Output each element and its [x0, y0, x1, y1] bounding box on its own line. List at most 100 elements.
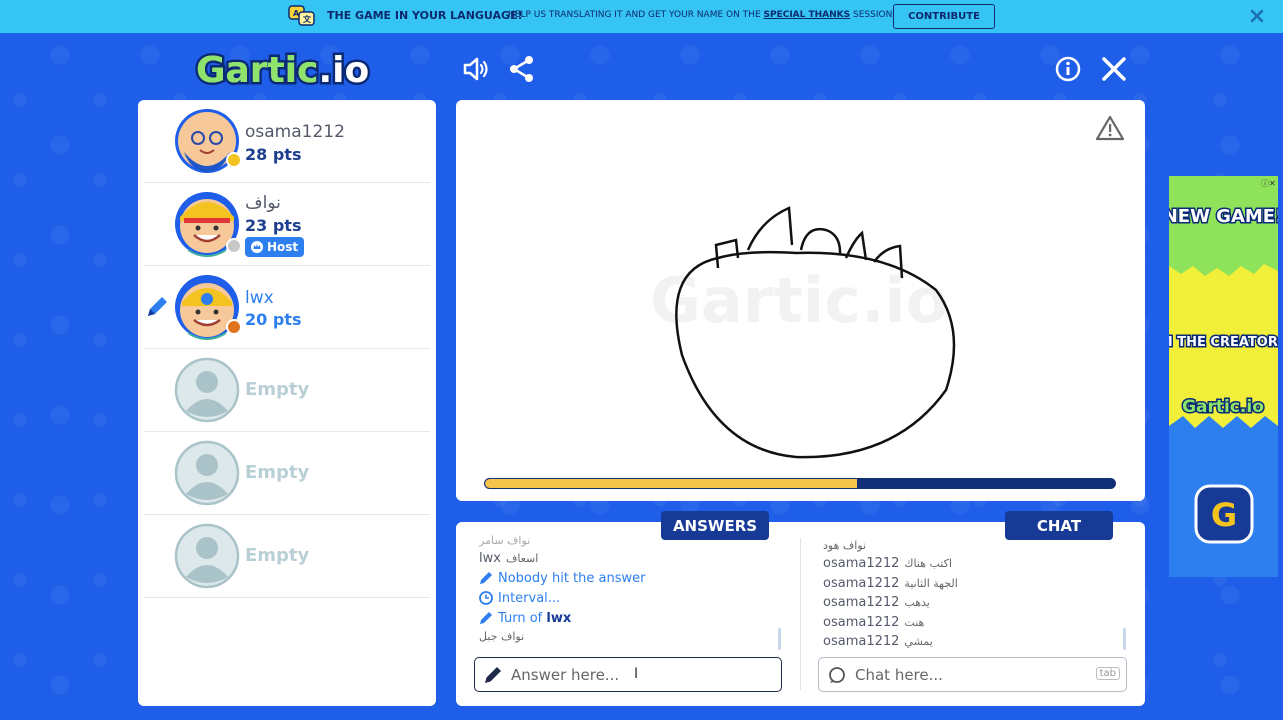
- banner-title: THE GAME IN YOUR LANGUAGE!: [327, 9, 523, 22]
- system-text: Nobody hit the answer: [498, 570, 646, 586]
- status-dot: [226, 152, 242, 168]
- system-message: Interval...: [479, 588, 779, 608]
- banner-text-after: SESSION: [850, 10, 893, 20]
- banner-text-before: HELP US TRANSLATING IT AND GET YOUR NAME…: [508, 10, 764, 20]
- system-text: Interval...: [498, 590, 561, 606]
- ad-line2: FROM THE CREATORS OF:: [1169, 335, 1278, 350]
- answer-line: نواف سامر: [479, 533, 531, 547]
- chat-text: يدهب: [904, 596, 930, 610]
- chat-scrollbar[interactable]: [1123, 628, 1126, 650]
- timer-progress-bar: [484, 478, 1116, 489]
- empty-label: Empty: [245, 545, 310, 566]
- chat-line: نواف هود: [823, 538, 867, 552]
- language-banner: A 文 THE GAME IN YOUR LANGUAGE! HELP US T…: [0, 0, 1283, 33]
- chat-bubble-icon: [829, 666, 845, 683]
- gartic-logo: Gartic.io Gartic: [194, 48, 372, 93]
- svg-text:Gartic: Gartic: [196, 50, 318, 91]
- pencil-icon: [480, 572, 492, 584]
- players-panel: osama1212 28 pts نواف 23 pts Host lwx 20…: [138, 100, 436, 706]
- empty-slot[interactable]: Empty: [144, 515, 430, 598]
- sound-icon[interactable]: [461, 54, 491, 84]
- chat-input[interactable]: Chat here... tab: [818, 657, 1127, 692]
- answers-scrollbar[interactable]: [778, 628, 781, 650]
- empty-label: Empty: [245, 462, 310, 483]
- chat-text: يمشي: [904, 635, 933, 649]
- close-icon[interactable]: [1249, 8, 1265, 24]
- chat-line: osama1212 اكتب هناك: [823, 554, 1113, 574]
- player-row[interactable]: lwx 20 pts: [144, 266, 430, 349]
- system-text-prefix: Turn of: [498, 610, 547, 626]
- svg-text:A: A: [293, 9, 300, 18]
- translate-icon: A 文: [288, 5, 315, 26]
- empty-avatar-icon: [174, 357, 240, 423]
- chat-line: osama1212 يدهب: [823, 593, 1113, 613]
- answer-input[interactable]: Answer here... I: [474, 657, 782, 692]
- text-cursor: I: [634, 666, 639, 682]
- answer-user: lwx: [479, 550, 501, 566]
- system-text: Turn of lwx: [498, 611, 571, 626]
- status-dot: [226, 319, 242, 335]
- chat-user: osama1212: [823, 634, 900, 650]
- empty-avatar-icon: [174, 440, 240, 506]
- canvas-watermark: Gartic.io: [650, 264, 948, 337]
- svg-text:文: 文: [303, 14, 312, 24]
- tab-key-hint: tab: [1095, 667, 1120, 680]
- drawing: Gartic.io: [650, 206, 956, 459]
- player-name: نواف: [245, 193, 281, 213]
- pencil-icon: [148, 297, 167, 316]
- player-row[interactable]: osama1212 28 pts: [144, 100, 430, 183]
- timer-progress-fill: [485, 479, 857, 488]
- answer-placeholder: Answer here...: [511, 665, 620, 684]
- ad-line1: NEW GAME!: [1169, 206, 1278, 227]
- system-message: Turn of lwx: [479, 608, 779, 628]
- pencil-icon: [485, 666, 501, 683]
- empty-slot[interactable]: Empty: [144, 349, 430, 432]
- empty-avatar-icon: [174, 523, 240, 589]
- crown-icon: [251, 241, 263, 253]
- contribute-button[interactable]: CONTRIBUTE: [893, 4, 995, 29]
- host-badge: Host: [245, 237, 305, 257]
- chat-user: osama1212: [823, 575, 900, 591]
- ad-graphic: NEW GAME! FROM THE CREATORS OF: Gartic.i…: [1169, 176, 1278, 577]
- share-icon[interactable]: [507, 54, 537, 84]
- banner-text: HELP US TRANSLATING IT AND GET YOUR NAME…: [508, 10, 892, 20]
- panel-divider: [800, 538, 801, 690]
- player-points: 28 pts: [245, 145, 302, 164]
- player-points: 23 pts: [245, 216, 302, 235]
- chat-placeholder: Chat here...: [855, 665, 943, 684]
- ad-brand: Gartic.io: [1182, 397, 1264, 417]
- chat-line: osama1212 يمشي: [823, 632, 1113, 652]
- ad-close-icon[interactable]: ⓘ✕: [1261, 179, 1276, 188]
- empty-label: Empty: [245, 379, 310, 400]
- warning-icon[interactable]: [1095, 114, 1125, 142]
- info-icon[interactable]: [1053, 54, 1083, 84]
- chat-user: osama1212: [823, 556, 900, 572]
- status-dot: [226, 238, 242, 254]
- exit-icon[interactable]: [1099, 54, 1129, 84]
- chat-text: هنت: [904, 615, 925, 629]
- ad-g-icon: G: [1211, 496, 1237, 534]
- host-label: Host: [267, 240, 299, 254]
- answers-feed: نواف سامر lwx اسعاف Nobody hit the answer…: [479, 532, 779, 652]
- clock-icon: [479, 591, 493, 605]
- player-row[interactable]: نواف 23 pts Host: [144, 183, 430, 266]
- chat-line: osama1212 الجهة الثانية: [823, 574, 1113, 594]
- chat-user: osama1212: [823, 614, 900, 630]
- drawing-canvas[interactable]: Gartic.io: [456, 100, 1145, 501]
- chat-user: osama1212: [823, 595, 900, 611]
- system-text-bold: lwx: [546, 610, 572, 626]
- special-thanks-link[interactable]: SPECIAL THANKS: [764, 10, 851, 20]
- answer-text: اسعاف: [505, 551, 539, 565]
- answer-line: lwx اسعاف: [479, 548, 779, 568]
- empty-slot[interactable]: Empty: [144, 432, 430, 515]
- chat-line: osama1212 هنت: [823, 613, 1113, 633]
- chat-text: اكتب هناك: [904, 557, 952, 571]
- chat-feed: نواف هود osama1212 اكتب هناك osama1212 الج…: [823, 536, 1113, 652]
- pencil-icon: [480, 612, 492, 624]
- player-points: 20 pts: [245, 310, 302, 329]
- answer-line: نواف جبل: [479, 629, 525, 643]
- system-message: Nobody hit the answer: [479, 568, 779, 588]
- chat-text: الجهة الثانية: [904, 576, 958, 590]
- player-name: lwx: [245, 288, 274, 308]
- ad-banner[interactable]: NEW GAME! FROM THE CREATORS OF: Gartic.i…: [1169, 176, 1278, 577]
